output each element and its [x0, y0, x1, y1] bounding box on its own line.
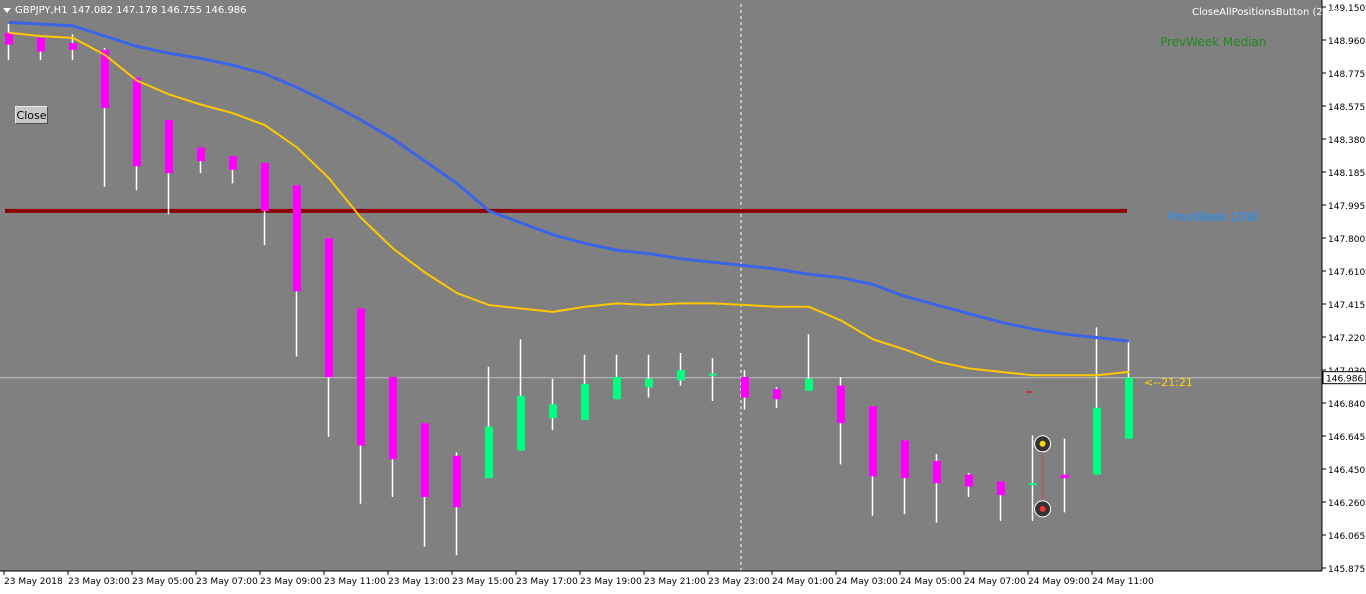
time-tick-label: 23 May 13:00	[388, 577, 450, 587]
time-tick-label: 23 May 21:00	[644, 577, 706, 587]
prev-week-median-label: PrevWeek Median	[1160, 35, 1267, 49]
price-tick-label: 148.575	[1328, 103, 1365, 113]
time-tick-label: 24 May 03:00	[836, 577, 898, 587]
chart-window[interactable]: 149.150 148.960 148.775 148.575 148.380 148.1…	[0, 0, 1366, 594]
time-tick-label: 23 May 05:00	[132, 577, 194, 587]
candle-body	[581, 383, 589, 420]
time-tick-label: 24 May 09:00	[1028, 577, 1090, 587]
candle-body	[1093, 407, 1101, 475]
close-button[interactable]: Close	[15, 106, 48, 124]
candle-body	[709, 373, 717, 376]
time-tick-label: 24 May 11:00	[1092, 577, 1154, 587]
candle-body	[549, 404, 557, 419]
time-tick-label: 23 May 19:00	[580, 577, 642, 587]
price-tick-label: 148.185	[1328, 169, 1365, 179]
price-tick-label: 147.800	[1328, 235, 1365, 245]
candle-body	[517, 395, 525, 451]
price-tick-label: 148.380	[1328, 136, 1365, 146]
price-tick-label: 147.995	[1328, 202, 1365, 212]
candle-body	[901, 440, 909, 479]
candle-body	[933, 460, 941, 484]
candle-body	[5, 32, 13, 45]
candle-body	[357, 308, 365, 446]
trade-marker-dot	[1039, 440, 1046, 447]
bar-timer-label: <--21:21	[1144, 376, 1193, 389]
price-tick-label: 147.220	[1328, 334, 1365, 344]
candle-body	[1029, 483, 1037, 486]
candle-body	[293, 185, 301, 292]
ohlc-values: 147.082 147.178 146.755 146.986	[71, 5, 247, 16]
candle-body	[197, 147, 205, 162]
candle-body	[133, 77, 141, 167]
candle-body	[741, 377, 749, 398]
symbol-label: GBPJPY,H1	[15, 5, 68, 16]
candle-body	[69, 42, 77, 50]
price-tick-label: 146.645	[1328, 433, 1365, 443]
price-tick-label: 145.875	[1328, 565, 1365, 575]
time-tick-label: 23 May 03:00	[68, 577, 130, 587]
trade-marker-dot	[1039, 505, 1046, 512]
candle-body	[869, 406, 877, 477]
candle-body	[965, 474, 973, 487]
price-tick-label: 148.960	[1328, 37, 1365, 47]
candle-body	[677, 370, 685, 381]
candle-body	[773, 388, 781, 400]
price-tick-label: 147.415	[1328, 301, 1365, 311]
time-tick-label: 23 May 07:00	[196, 577, 258, 587]
time-tick-label: 24 May 07:00	[964, 577, 1026, 587]
candle-body	[1125, 377, 1133, 439]
candle-body	[485, 426, 493, 479]
time-tick-label: 24 May 01:00	[772, 577, 834, 587]
dropdown-triangle-icon[interactable]	[3, 8, 11, 13]
time-tick-label: 23 May 15:00	[452, 577, 514, 587]
price-tick-label: 146.450	[1328, 466, 1365, 476]
candle-body	[453, 455, 461, 508]
symbol-header: GBPJPY,H1 147.082 147.178 146.755 146.98…	[3, 5, 247, 16]
candle-body	[165, 120, 173, 174]
candle-body	[101, 49, 109, 109]
candle-body	[37, 37, 45, 52]
time-tick-label: 23 May 17:00	[516, 577, 578, 587]
time-tick-label: 24 May 05:00	[900, 577, 962, 587]
plot-area	[0, 0, 1322, 571]
price-tick-label: 148.775	[1328, 70, 1365, 80]
candle-body	[645, 378, 653, 388]
candle-body	[229, 156, 237, 170]
prev-week-low-label: PrevWeek LOW	[1168, 210, 1259, 224]
candle-body	[421, 423, 429, 497]
price-tick-label: 146.840	[1328, 400, 1365, 410]
time-tick-label: 23 May 23:00	[708, 577, 770, 587]
candle-body	[1061, 474, 1069, 479]
price-tick-label: 146.260	[1328, 499, 1365, 509]
current-price-label: 146.986	[1326, 375, 1363, 385]
price-chart[interactable]: 149.150148.960148.775148.575148.380148.1…	[0, 0, 1366, 594]
price-tick-label: 147.610	[1328, 268, 1365, 278]
candle-body	[389, 377, 397, 460]
candle-body	[997, 481, 1005, 496]
candle-body	[805, 378, 813, 391]
time-tick-label: 23 May 2018	[4, 577, 63, 587]
price-tick-label: 146.065	[1328, 532, 1365, 542]
candle-body	[613, 377, 621, 400]
candle-body	[325, 238, 333, 378]
smiley-icon	[1329, 7, 1340, 18]
time-tick-label: 23 May 11:00	[324, 577, 386, 587]
close-all-positions-label: CloseAllPositionsButton (2)	[1192, 7, 1327, 18]
time-tick-label: 23 May 09:00	[260, 577, 322, 587]
candle-body	[837, 385, 845, 424]
close-all-positions-button[interactable]: CloseAllPositionsButton (2)	[1192, 7, 1340, 18]
candle-body	[261, 162, 269, 211]
